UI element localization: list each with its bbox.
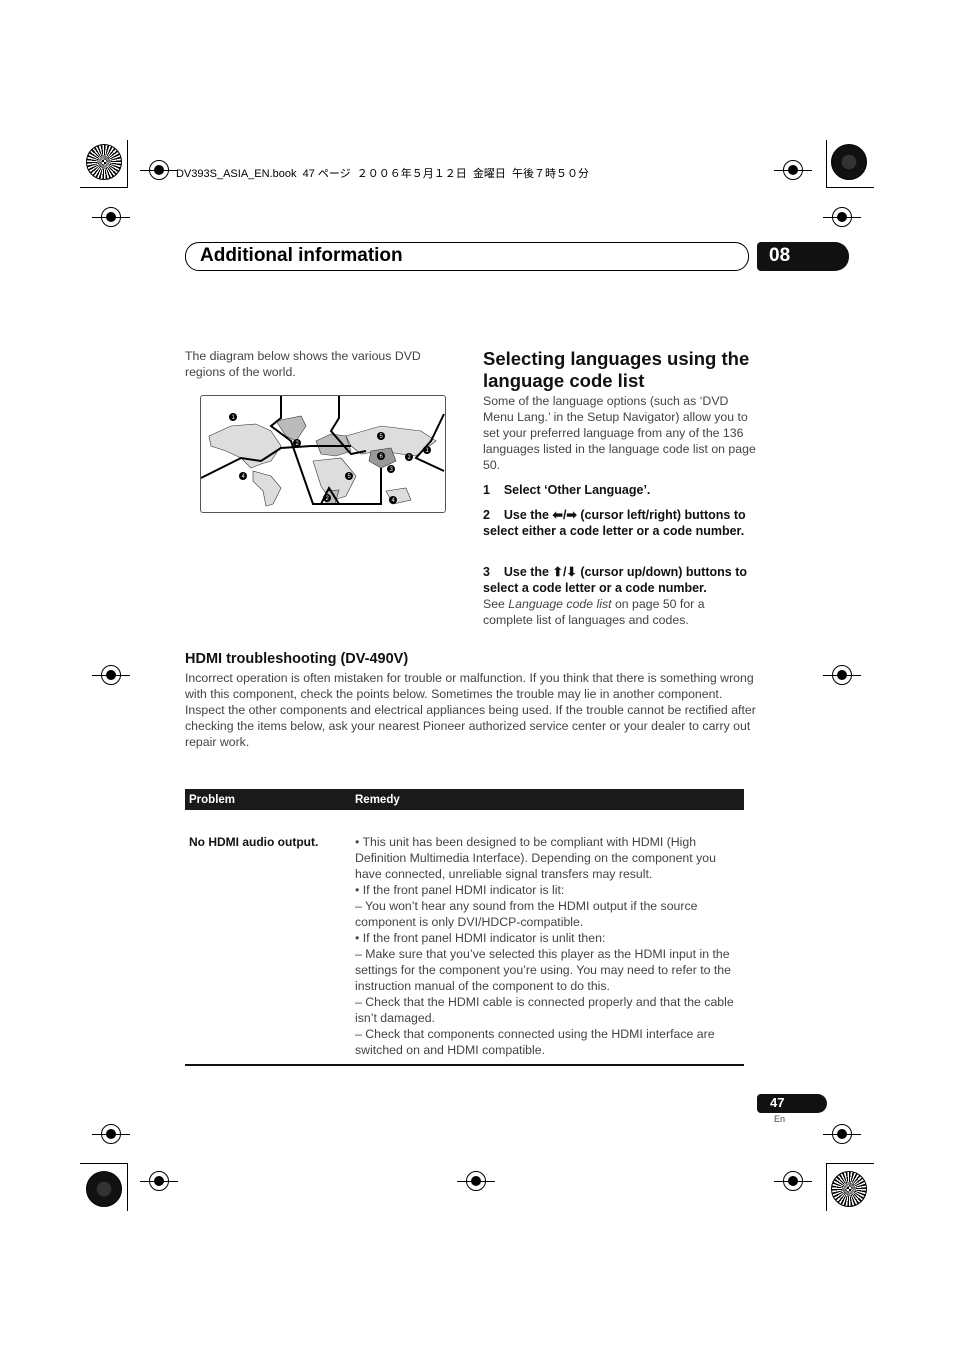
registration-sun-mark	[86, 144, 122, 180]
chapter-badge: 08	[757, 242, 849, 271]
remedy-line: – Check that components connected using …	[355, 1027, 715, 1057]
registration-mark	[823, 1124, 861, 1144]
column-header-problem: Problem	[189, 793, 236, 806]
crop-mark	[80, 187, 128, 188]
crop-mark	[826, 1163, 874, 1164]
table-row: No HDMI audio output. • This unit has be…	[185, 810, 744, 1065]
crop-mark	[127, 1163, 128, 1211]
crop-mark	[80, 1163, 128, 1164]
chapter-number: 08	[769, 245, 791, 266]
registration-mark	[823, 665, 861, 685]
hdmi-intro: Incorrect operation is often mistaken fo…	[185, 671, 756, 749]
registration-mark	[774, 1171, 812, 1191]
world-map-image: 1 2 6 5 3 2 1 4 5 2 4	[200, 396, 445, 507]
page: { "print_header": "DV393S_ASIA_EN.book 4…	[0, 0, 954, 1351]
step-3: 3 Use the ⬆/⬇ (cursor up/down) buttons t…	[483, 565, 751, 595]
step-1: 1 Select ‘Other Language’.	[483, 483, 651, 497]
table-header-row: Problem Remedy	[185, 789, 744, 810]
step-3-note: See Language code list on page 50 for a …	[483, 597, 705, 627]
remedy-line: • This unit has been designed to be comp…	[355, 835, 716, 881]
map-intro: The diagram below shows the various DVD …	[185, 349, 421, 379]
language-intro: Some of the language options (such as ‘D…	[483, 394, 756, 472]
page-number: 47	[770, 1095, 785, 1110]
registration-sun-mark	[86, 1171, 122, 1207]
crop-mark	[127, 140, 128, 188]
language-section-title: Selecting languages using the language c…	[483, 348, 750, 391]
page-number-badge: 47	[757, 1094, 827, 1113]
registration-sun-mark	[831, 144, 867, 180]
remedy-line: – Check that the HDMI cable is connected…	[355, 995, 734, 1025]
remedy-line: • If the front panel HDMI indicator is l…	[355, 883, 565, 897]
crop-mark	[826, 1163, 827, 1211]
registration-mark	[774, 160, 812, 180]
registration-sun-mark	[831, 1171, 867, 1207]
crop-mark	[826, 140, 827, 188]
step-2: 2 Use the ⬅/➡ (cursor left/right) button…	[483, 508, 750, 538]
crop-mark	[826, 187, 874, 188]
problem-cell: No HDMI audio output.	[189, 835, 319, 849]
registration-mark	[92, 207, 130, 227]
remedy-line: – Make sure that you’ve selected this pl…	[355, 947, 731, 993]
registration-mark	[140, 160, 178, 180]
language-label: En	[774, 1114, 786, 1124]
registration-mark	[92, 1124, 130, 1144]
print-header: DV393S_ASIA_EN.book 47 ページ ２００６年５月１２日 金曜…	[176, 168, 589, 180]
column-header-remedy: Remedy	[355, 793, 400, 806]
dvd-region-map: 1 2 6 5 3 2 1 4 5 2 4	[200, 395, 446, 513]
hdmi-section-title: HDMI troubleshooting (DV-490V)	[185, 651, 409, 667]
language-code-list-reference: Language code list	[508, 597, 612, 611]
registration-mark	[140, 1171, 178, 1191]
registration-mark	[92, 665, 130, 685]
registration-mark	[457, 1171, 495, 1191]
page-title: Additional information	[200, 245, 403, 266]
remedy-cell: • This unit has been designed to be comp…	[351, 810, 744, 1065]
troubleshooting-table: Problem Remedy No HDMI audio output. • T…	[185, 789, 744, 1066]
section-header-bar: Additional information	[185, 242, 749, 271]
remedy-line: – You won’t hear any sound from the HDMI…	[355, 899, 698, 929]
registration-mark	[823, 207, 861, 227]
remedy-line: • If the front panel HDMI indicator is u…	[355, 931, 606, 945]
